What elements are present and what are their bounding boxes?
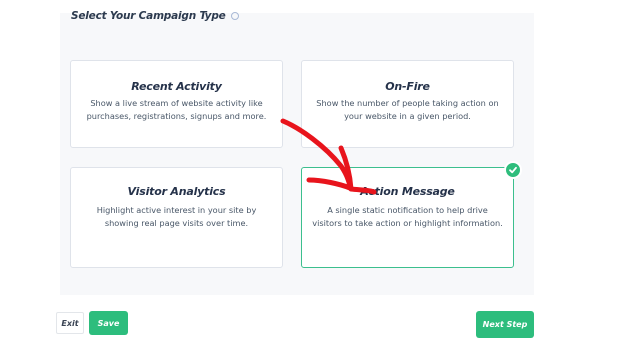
campaign-card-title: On-Fire xyxy=(385,80,430,93)
campaign-card-description: Show a live stream of website activity l… xyxy=(86,98,267,121)
exit-button[interactable]: Exit xyxy=(56,312,84,334)
page-title: Select Your Campaign Type xyxy=(71,10,226,22)
campaign-card-action-message[interactable]: Action Message A single static notificat… xyxy=(301,167,514,268)
campaign-type-page: Select Your Campaign Type Recent Activit… xyxy=(0,0,620,350)
campaign-card-description: Highlight active interest in your site b… xyxy=(96,205,257,228)
campaign-card-visitor-analytics[interactable]: Visitor Analytics Highlight active inter… xyxy=(70,167,283,268)
campaign-card-recent-activity[interactable]: Recent Activity Show a live stream of we… xyxy=(70,60,283,148)
campaign-card-title: Action Message xyxy=(360,185,455,198)
campaign-card-title: Recent Activity xyxy=(131,80,222,93)
next-step-button[interactable]: Next Step xyxy=(476,311,534,338)
campaign-card-description: Show the number of people taking action … xyxy=(316,98,499,121)
campaign-card-on-fire[interactable]: On-Fire Show the number of people taking… xyxy=(301,60,514,148)
campaign-card-description: A single static notification to help dri… xyxy=(312,205,503,228)
check-icon xyxy=(504,161,522,179)
save-button[interactable]: Save xyxy=(89,311,128,335)
campaign-card-title: Visitor Analytics xyxy=(127,185,226,198)
section-header: Select Your Campaign Type xyxy=(71,10,239,22)
info-icon[interactable] xyxy=(230,12,239,20)
